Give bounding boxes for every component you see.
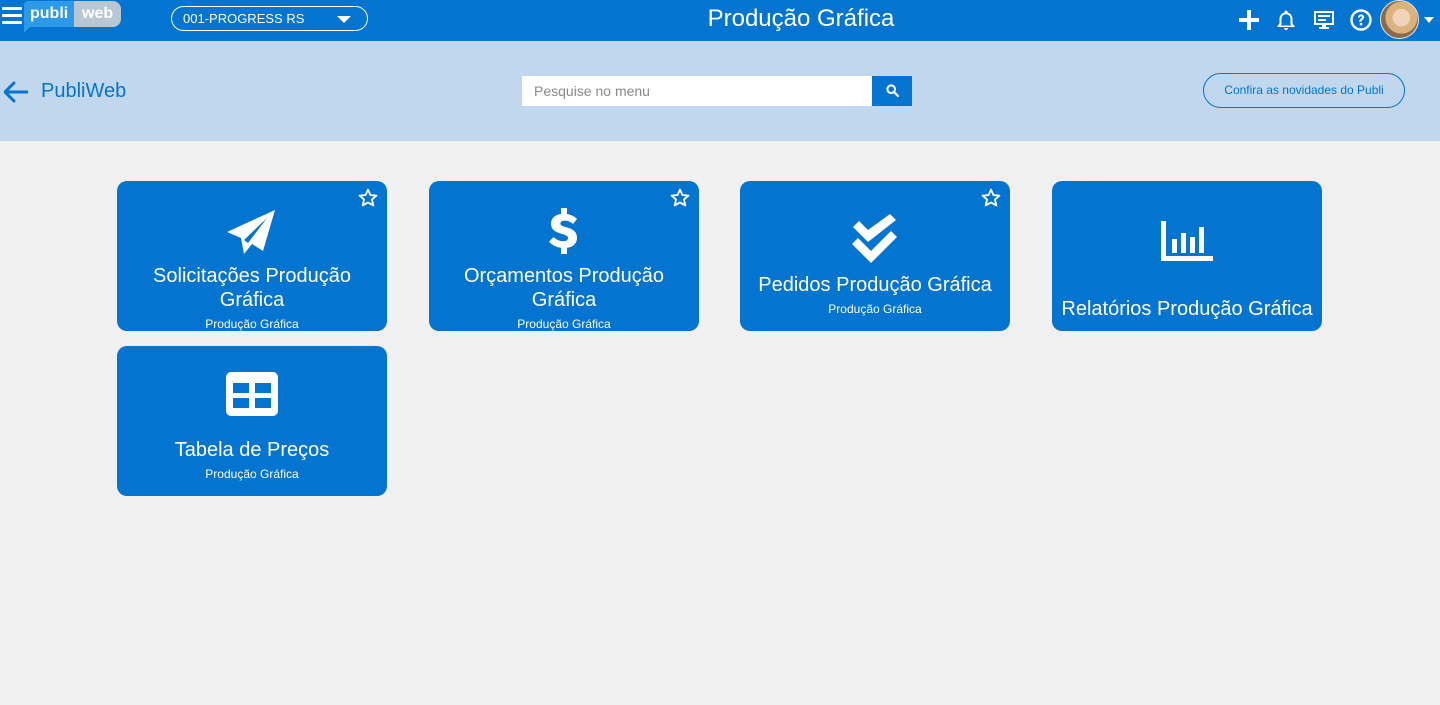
card-orcamentos[interactable]: Orçamentos Produção Gráfica Produção Grá…	[429, 181, 699, 331]
card-relatorios[interactable]: Relatórios Produção Gráfica	[1052, 181, 1322, 331]
plus-icon[interactable]	[1237, 8, 1261, 32]
card-title: Tabela de Preços	[174, 439, 330, 461]
card-title: Relatórios Produção Gráfica	[1061, 298, 1313, 320]
card-pedidos[interactable]: Pedidos Produção Gráfica Produção Gráfic…	[740, 181, 1010, 331]
back-arrow-icon[interactable]	[3, 81, 29, 103]
news-button[interactable]: Confira as novidades do Publi	[1203, 73, 1405, 108]
card-title-line2: Gráfica	[219, 289, 285, 311]
avatar[interactable]	[1380, 0, 1419, 39]
app-name[interactable]: PubliWeb	[41, 79, 126, 103]
card-title: Pedidos Produção Gráfica	[758, 274, 992, 296]
table-icon	[226, 372, 278, 416]
star-outline-icon[interactable]	[980, 187, 1002, 209]
card-subtitle: Produção Gráfica	[517, 317, 611, 331]
card-subtitle: Produção Gráfica	[828, 302, 922, 316]
paper-plane-icon	[227, 210, 275, 254]
chevron-down-icon	[337, 16, 351, 23]
logo-web: web	[74, 1, 122, 27]
card-subtitle: Produção Gráfica	[205, 317, 299, 331]
search-button[interactable]	[872, 76, 912, 106]
sub-header: PubliWeb Confira as novidades do Publi	[0, 41, 1440, 141]
star-outline-icon[interactable]	[669, 187, 691, 209]
bell-icon[interactable]	[1274, 8, 1298, 32]
card-title: Solicitações Produção	[153, 265, 351, 287]
card-tabela-precos[interactable]: Tabela de Preços Produção Gráfica	[117, 346, 387, 496]
card-solicitacoes[interactable]: Solicitações Produção Gráfica Produção G…	[117, 181, 387, 331]
dollar-icon	[549, 208, 577, 254]
company-select[interactable]: 001-PROGRESS RS	[171, 6, 368, 31]
card-title: Orçamentos Produção	[463, 265, 665, 287]
double-check-icon	[852, 214, 897, 263]
card-title-line2: Gráfica	[531, 289, 597, 311]
star-outline-icon[interactable]	[357, 187, 379, 209]
help-icon[interactable]	[1349, 8, 1373, 32]
menu-icon[interactable]	[2, 7, 22, 27]
bar-chart-icon	[1161, 221, 1213, 261]
page-title: Produção Gráfica	[707, 5, 895, 32]
search-input[interactable]	[522, 76, 872, 106]
company-select-value: 001-PROGRESS RS	[183, 11, 305, 26]
logo-publi: publi	[24, 1, 75, 27]
monitor-icon[interactable]	[1312, 8, 1336, 32]
search-icon	[886, 84, 899, 97]
chevron-down-icon[interactable]	[1424, 17, 1434, 23]
top-bar: publi web 001-PROGRESS RS Produção Gráfi…	[0, 0, 1440, 41]
card-subtitle: Produção Gráfica	[205, 467, 299, 481]
